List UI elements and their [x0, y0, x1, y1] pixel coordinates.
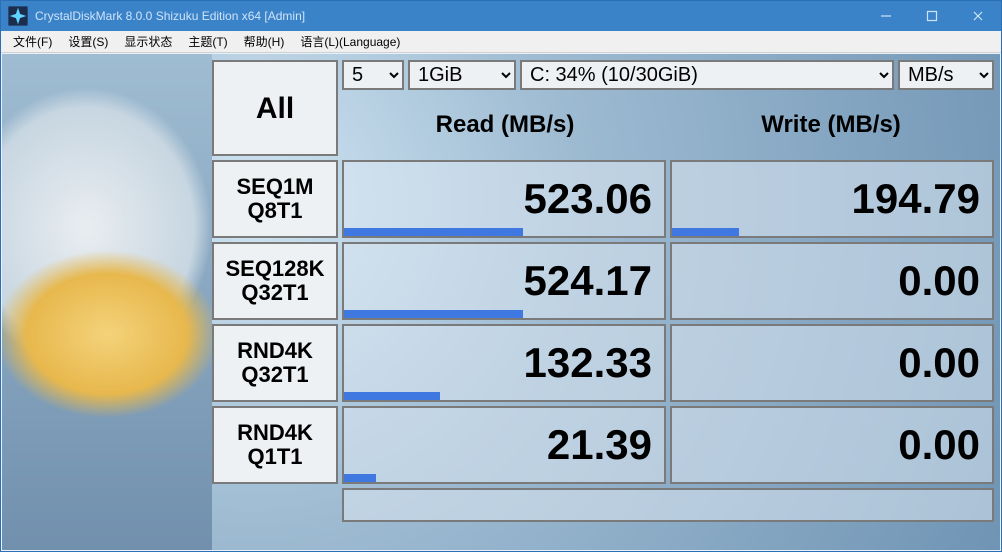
test-row: RND4KQ32T1 132.33 0.00: [212, 324, 994, 402]
test-count-select[interactable]: 5: [342, 60, 404, 90]
drive-select[interactable]: C: 34% (10/30GiB): [520, 60, 894, 90]
write-value-cell: 0.00: [670, 324, 994, 402]
menu-settings[interactable]: 设置(S): [60, 31, 116, 52]
read-progress-bar: [344, 392, 440, 400]
menu-help[interactable]: 帮助(H): [236, 31, 293, 52]
test-label-line2: Q1T1: [247, 445, 302, 469]
read-progress-bar: [344, 474, 376, 482]
read-value: 524.17: [524, 257, 652, 305]
write-progress-bar: [672, 228, 739, 236]
test-button-0[interactable]: SEQ1MQ8T1: [212, 160, 338, 238]
menu-theme[interactable]: 主题(T): [180, 31, 235, 52]
read-value-cell: 524.17: [342, 242, 666, 320]
test-row: SEQ128KQ32T1 524.17 0.00: [212, 242, 994, 320]
all-button[interactable]: All: [212, 60, 338, 156]
header-write: Write (MB/s): [668, 94, 994, 156]
test-label-line1: SEQ1M: [236, 175, 313, 199]
write-value-cell: 0.00: [670, 406, 994, 484]
all-button-label: All: [256, 92, 294, 125]
footer-spacer: [212, 488, 338, 522]
menu-display[interactable]: 显示状态: [116, 31, 180, 52]
test-row: RND4KQ1T1 21.39 0.00: [212, 406, 994, 484]
read-value: 21.39: [547, 421, 652, 469]
write-value-cell: 194.79: [670, 160, 994, 238]
close-button[interactable]: [955, 1, 1001, 31]
menu-language[interactable]: 语言(L)(Language): [292, 31, 408, 52]
read-value: 132.33: [524, 339, 652, 387]
test-label-line2: Q32T1: [241, 363, 308, 387]
write-value: 0.00: [898, 257, 980, 305]
test-button-1[interactable]: SEQ128KQ32T1: [212, 242, 338, 320]
test-label-line1: SEQ128K: [225, 257, 324, 281]
app-window: CrystalDiskMark 8.0.0 Shizuku Edition x6…: [0, 0, 1002, 552]
test-label-line1: RND4K: [237, 339, 313, 363]
window-title: CrystalDiskMark 8.0.0 Shizuku Edition x6…: [35, 9, 863, 23]
unit-select[interactable]: MB/s: [898, 60, 994, 90]
write-value: 0.00: [898, 421, 980, 469]
read-value-cell: 132.33: [342, 324, 666, 402]
menu-bar: 文件(F) 设置(S) 显示状态 主题(T) 帮助(H) 语言(L)(Langu…: [1, 31, 1001, 53]
read-progress-bar: [344, 228, 523, 236]
write-value-cell: 0.00: [670, 242, 994, 320]
write-value: 194.79: [852, 175, 980, 223]
menu-file[interactable]: 文件(F): [5, 31, 60, 52]
title-bar[interactable]: CrystalDiskMark 8.0.0 Shizuku Edition x6…: [1, 1, 1001, 31]
test-button-2[interactable]: RND4KQ32T1: [212, 324, 338, 402]
test-size-select[interactable]: 1GiB: [408, 60, 516, 90]
footer-cell: [342, 488, 994, 522]
app-icon: [7, 5, 29, 27]
read-value: 523.06: [524, 175, 652, 223]
write-value: 0.00: [898, 339, 980, 387]
test-label-line2: Q8T1: [247, 199, 302, 223]
test-row: SEQ1MQ8T1 523.06 194.79: [212, 160, 994, 238]
header-read: Read (MB/s): [342, 94, 668, 156]
read-value-cell: 21.39: [342, 406, 666, 484]
read-progress-bar: [344, 310, 523, 318]
test-button-3[interactable]: RND4KQ1T1: [212, 406, 338, 484]
test-label-line2: Q32T1: [241, 281, 308, 305]
read-value-cell: 523.06: [342, 160, 666, 238]
minimize-button[interactable]: [863, 1, 909, 31]
maximize-button[interactable]: [909, 1, 955, 31]
test-label-line1: RND4K: [237, 421, 313, 445]
